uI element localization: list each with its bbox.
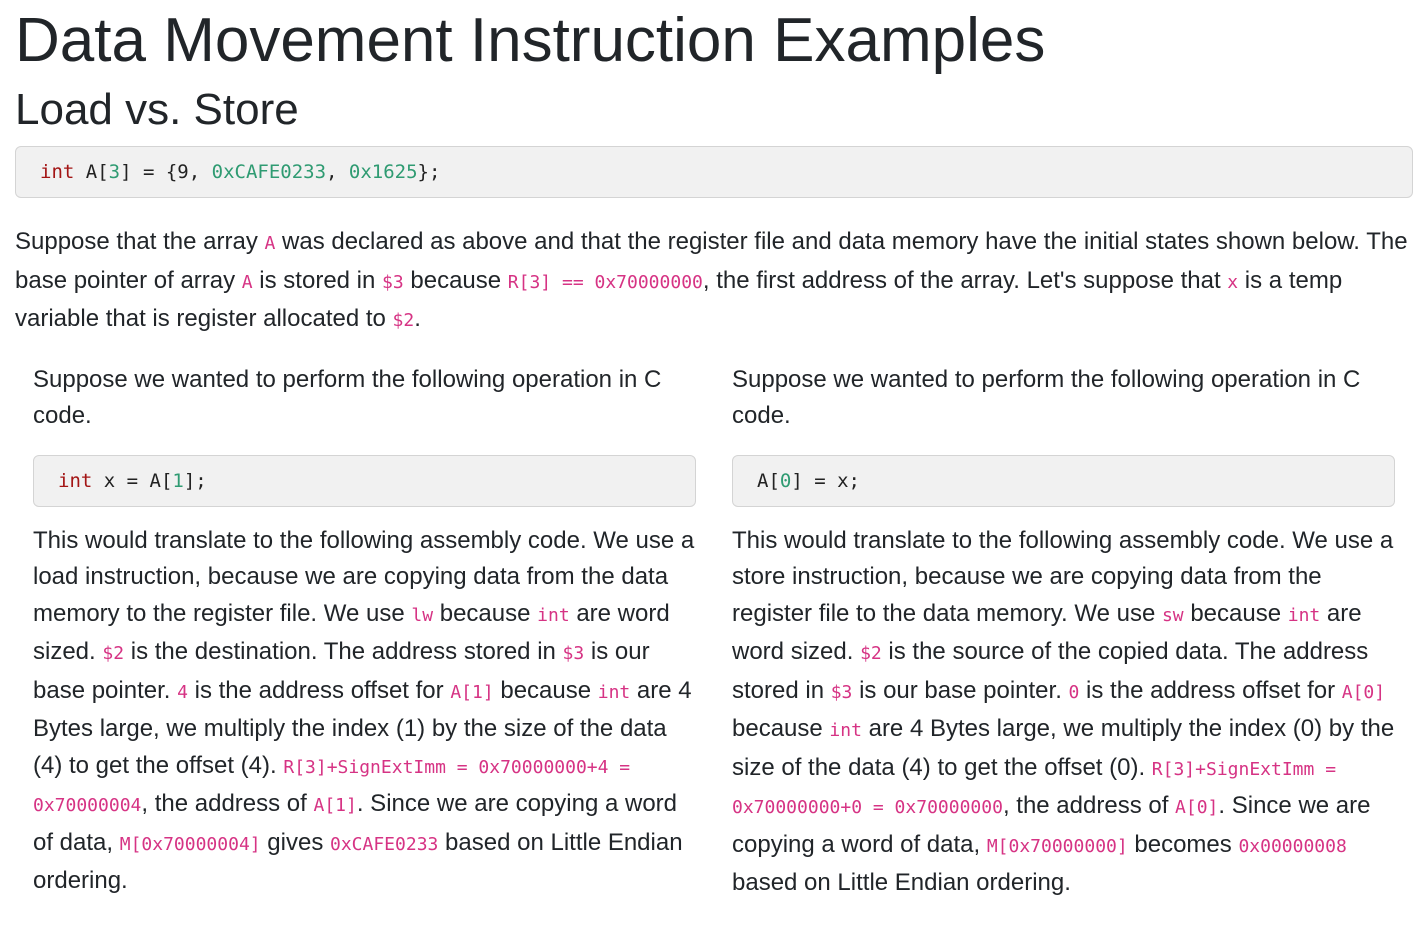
- load-lead: Suppose we wanted to perform the followi…: [33, 362, 696, 435]
- text-segment: x = A[: [92, 469, 173, 492]
- inline-code: int: [537, 604, 570, 626]
- text-segment: is our base pointer.: [852, 676, 1069, 704]
- inline-code: int: [829, 720, 862, 741]
- text-segment: Suppose we wanted to perform the followi…: [33, 365, 662, 430]
- page: Data Movement Instruction Examples Load …: [0, 4, 1421, 922]
- inline-code: 4: [177, 681, 188, 703]
- text-segment: because: [433, 599, 538, 627]
- inline-code: A[0]: [1175, 797, 1219, 818]
- text-segment: , the address of: [1002, 792, 1176, 819]
- text-segment: ];: [183, 469, 207, 492]
- inline-code: A: [264, 233, 276, 254]
- code-token: 3: [108, 161, 121, 183]
- inline-code: 0: [1068, 681, 1080, 703]
- text-segment: A[: [757, 469, 780, 492]
- text-segment: , the address of: [141, 790, 314, 817]
- text-segment: };: [417, 161, 441, 183]
- inline-code: 0x00000008: [1238, 835, 1347, 857]
- text-segment: ] = {9,: [120, 161, 212, 183]
- inline-code: x: [1227, 271, 1239, 293]
- code-token: 0x1625: [348, 161, 418, 183]
- text-segment: is the destination. The address stored i…: [124, 638, 563, 665]
- intro-paragraph: Suppose that the array A was declared as…: [15, 224, 1413, 340]
- inline-code: M[0x70000000]: [986, 835, 1128, 857]
- code-token: 0xCAFE0233: [211, 161, 327, 183]
- text-segment: is the address offset for: [1079, 676, 1342, 704]
- inline-code: A[1]: [450, 681, 494, 703]
- store-c-code: A[0] = x;: [732, 454, 1395, 507]
- store-lead: Suppose we wanted to perform the followi…: [732, 362, 1395, 435]
- inline-code: $2: [102, 643, 125, 664]
- inline-code: $3: [562, 643, 585, 664]
- text-segment: because: [493, 676, 598, 704]
- section-heading: Load vs. Store: [15, 85, 299, 134]
- text-segment: becomes: [1127, 830, 1239, 858]
- comparison-columns: Suppose we wanted to perform the followi…: [15, 346, 1413, 922]
- text-segment: is stored in: [252, 266, 383, 294]
- load-c-code: int x = A[1];: [33, 454, 696, 507]
- text-segment: based on Little Endian ordering.: [732, 869, 1071, 896]
- text-segment: ] = x;: [791, 469, 860, 492]
- text-segment: A[: [74, 161, 109, 183]
- text-segment: Suppose that the array: [15, 228, 265, 255]
- inline-code: A: [241, 271, 253, 293]
- inline-code: int: [597, 681, 631, 703]
- code-token: 1: [172, 469, 184, 492]
- text-segment: because: [732, 715, 830, 742]
- inline-code: $2: [860, 643, 882, 664]
- store-explanation: This would translate to the following as…: [732, 523, 1395, 902]
- load-column: Suppose we wanted to perform the followi…: [33, 346, 696, 922]
- text-segment: because: [1183, 599, 1288, 627]
- code-token: int: [58, 469, 93, 492]
- inline-code: lw: [411, 604, 434, 626]
- text-segment: is the address offset for: [187, 676, 451, 704]
- inline-code: M[0x70000004]: [119, 833, 261, 855]
- inline-code: $2: [392, 310, 415, 331]
- inline-code: R[3] == 0x70000000: [507, 271, 703, 293]
- text-segment: Suppose we wanted to perform the followi…: [732, 365, 1361, 430]
- inline-code: A[1]: [313, 795, 357, 816]
- inline-code: sw: [1161, 604, 1184, 626]
- inline-code: $3: [382, 271, 404, 293]
- inline-code: $3: [830, 681, 853, 703]
- text-segment: , the first address of the array. Let's …: [702, 266, 1228, 294]
- page-title: Data Movement Instruction Examples: [15, 6, 1046, 75]
- store-column: Suppose we wanted to perform the followi…: [732, 346, 1395, 922]
- inline-code: int: [1287, 604, 1321, 626]
- inline-code: 0xCAFE0233: [330, 833, 439, 855]
- text-segment: ,: [326, 161, 349, 183]
- text-segment: .: [414, 305, 421, 332]
- code-token: 0: [779, 469, 792, 492]
- code-token: int: [40, 161, 75, 183]
- array-declaration-code: int A[3] = {9, 0xCAFE0233, 0x1625};: [15, 146, 1413, 198]
- text-segment: gives: [260, 828, 330, 856]
- inline-code: A[0]: [1341, 681, 1386, 703]
- load-explanation: This would translate to the following as…: [33, 523, 696, 900]
- text-segment: because: [403, 266, 508, 294]
